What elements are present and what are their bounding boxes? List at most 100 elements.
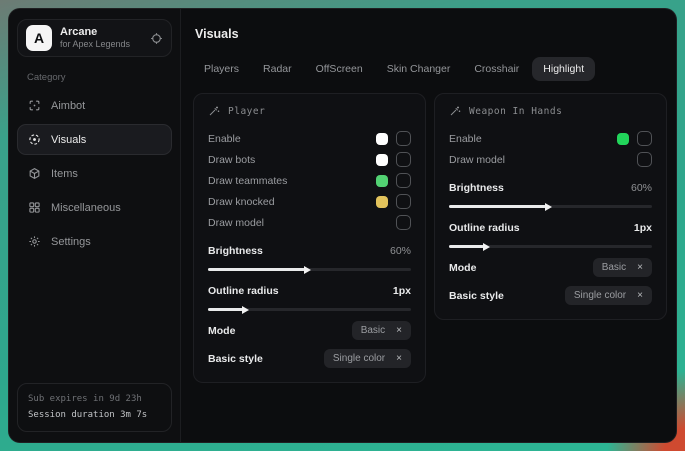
sidebar-item-label: Miscellaneous xyxy=(51,202,121,214)
slider-thumb[interactable] xyxy=(545,203,552,211)
mode-chip[interactable]: Basic × xyxy=(352,321,411,340)
draw-model-checkbox[interactable] xyxy=(637,152,652,167)
color-swatch[interactable] xyxy=(376,196,388,208)
setting-row-outline-radius: Outline radius 1px xyxy=(449,217,652,238)
player-panel-header: Player xyxy=(208,105,411,117)
setting-row-draw-bots: Draw bots xyxy=(208,149,411,170)
slider-thumb[interactable] xyxy=(304,266,311,274)
setting-row-enable: Enable xyxy=(449,128,652,149)
sidebar-item-aimbot[interactable]: Aimbot xyxy=(17,90,172,121)
setting-row-draw-knocked: Draw knocked xyxy=(208,191,411,212)
setting-row-brightness: Brightness 60% xyxy=(449,177,652,198)
basic-style-chip[interactable]: Single color × xyxy=(324,349,411,368)
tab-highlight[interactable]: Highlight xyxy=(532,57,595,81)
category-label: Category xyxy=(27,72,162,83)
sub-expiry-text: Sub expires in 9d 23h xyxy=(28,392,161,407)
miscellaneous-icon xyxy=(28,201,41,214)
sidebar-item-label: Items xyxy=(51,168,78,180)
setting-label: Mode xyxy=(208,325,235,337)
setting-row-mode: Mode Basic × xyxy=(208,320,411,341)
brightness-slider[interactable] xyxy=(449,205,652,208)
sidebar-item-visuals[interactable]: Visuals xyxy=(17,124,172,155)
panel-title: Weapon In Hands xyxy=(469,106,562,117)
tab-players[interactable]: Players xyxy=(193,57,250,81)
close-icon[interactable]: × xyxy=(637,291,643,301)
app-name: Arcane xyxy=(60,26,130,40)
app-title-block: Arcane for Apex Legends xyxy=(60,26,130,51)
app-subtitle: for Apex Legends xyxy=(60,39,130,50)
sidebar-item-label: Visuals xyxy=(51,134,86,146)
setting-label: Basic style xyxy=(449,290,504,302)
tab-radar[interactable]: Radar xyxy=(252,57,303,81)
setting-row-outline-radius: Outline radius 1px xyxy=(208,280,411,301)
slider-thumb[interactable] xyxy=(483,243,490,251)
color-swatch[interactable] xyxy=(376,175,388,187)
setting-row-draw-model: Draw model xyxy=(449,149,652,170)
setting-label: Basic style xyxy=(208,353,263,365)
enable-checkbox[interactable] xyxy=(396,131,411,146)
weapon-in-hands-panel: Weapon In Hands Enable Draw model xyxy=(434,93,667,320)
main-content: Visuals Players Radar OffScreen Skin Cha… xyxy=(181,9,676,442)
setting-label: Brightness xyxy=(208,245,263,257)
setting-row-brightness: Brightness 60% xyxy=(208,240,411,261)
outline-radius-value: 1px xyxy=(393,285,411,297)
outline-radius-slider[interactable] xyxy=(208,308,411,311)
sidebar-item-label: Settings xyxy=(51,236,91,248)
panels-container: Player Enable Draw bots xyxy=(193,93,667,383)
close-icon[interactable]: × xyxy=(396,326,402,336)
setting-row-basic-style: Basic style Single color × xyxy=(449,285,652,306)
setting-label: Draw bots xyxy=(208,154,255,166)
enable-checkbox[interactable] xyxy=(637,131,652,146)
chip-label: Basic xyxy=(602,262,626,273)
app-window: A Arcane for Apex Legends Category xyxy=(8,8,677,443)
setting-row-basic-style: Basic style Single color × xyxy=(208,348,411,369)
draw-model-checkbox[interactable] xyxy=(396,215,411,230)
color-swatch[interactable] xyxy=(376,133,388,145)
setting-label: Mode xyxy=(449,262,476,274)
setting-row-enable: Enable xyxy=(208,128,411,149)
color-swatch[interactable] xyxy=(617,133,629,145)
items-icon xyxy=(28,167,41,180)
setting-row-draw-teammates: Draw teammates xyxy=(208,170,411,191)
basic-style-chip[interactable]: Single color × xyxy=(565,286,652,305)
sidebar-item-items[interactable]: Items xyxy=(17,158,172,189)
tab-crosshair[interactable]: Crosshair xyxy=(463,57,530,81)
setting-label: Enable xyxy=(208,133,241,145)
outline-radius-slider[interactable] xyxy=(449,245,652,248)
aimbot-icon xyxy=(28,99,41,112)
close-icon[interactable]: × xyxy=(637,263,643,273)
draw-bots-checkbox[interactable] xyxy=(396,152,411,167)
page-title: Visuals xyxy=(195,27,667,41)
gear-icon xyxy=(28,235,41,248)
brightness-value: 60% xyxy=(390,245,411,257)
tab-bar: Players Radar OffScreen Skin Changer Cro… xyxy=(193,57,667,81)
close-icon[interactable]: × xyxy=(396,354,402,364)
setting-label: Draw model xyxy=(449,154,505,166)
draw-knocked-checkbox[interactable] xyxy=(396,194,411,209)
sidebar-item-settings[interactable]: Settings xyxy=(17,226,172,257)
chip-label: Single color xyxy=(574,290,626,301)
chip-label: Basic xyxy=(361,325,385,336)
app-logo-card: A Arcane for Apex Legends xyxy=(17,19,172,57)
session-duration-text: Session duration 3m 7s xyxy=(28,408,161,423)
setting-label: Draw teammates xyxy=(208,175,287,187)
panel-title: Player xyxy=(228,106,265,117)
setting-label: Enable xyxy=(449,133,482,145)
brightness-slider[interactable] xyxy=(208,268,411,271)
sidebar-item-miscellaneous[interactable]: Miscellaneous xyxy=(17,192,172,223)
color-swatch[interactable] xyxy=(376,154,388,166)
setting-row-mode: Mode Basic × xyxy=(449,257,652,278)
mode-chip[interactable]: Basic × xyxy=(593,258,652,277)
tab-skin-changer[interactable]: Skin Changer xyxy=(376,57,462,81)
weapon-panel-header: Weapon In Hands xyxy=(449,105,652,117)
slider-thumb[interactable] xyxy=(242,306,249,314)
sidebar-item-label: Aimbot xyxy=(51,100,85,112)
wand-icon xyxy=(208,105,220,117)
draw-teammates-checkbox[interactable] xyxy=(396,173,411,188)
subscription-info: Sub expires in 9d 23h Session duration 3… xyxy=(17,383,172,432)
tab-offscreen[interactable]: OffScreen xyxy=(305,57,374,81)
target-icon[interactable] xyxy=(150,32,163,45)
wand-icon xyxy=(449,105,461,117)
setting-label: Outline radius xyxy=(208,285,279,297)
setting-label: Draw knocked xyxy=(208,196,275,208)
